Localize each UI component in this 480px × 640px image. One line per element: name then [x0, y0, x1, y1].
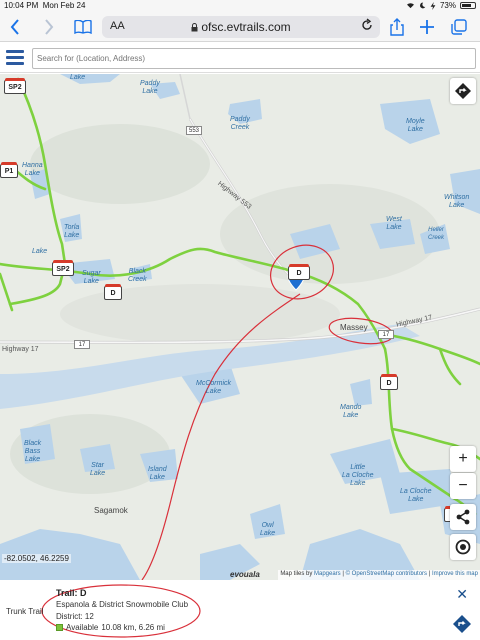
close-icon[interactable]: ✕ — [456, 586, 468, 603]
search-input[interactable] — [32, 48, 476, 69]
trail-type-label: Trunk Trail — [6, 607, 44, 616]
west-lake-label: West Lake — [386, 216, 402, 231]
trail-length: 10.08 km, 6.26 mi — [101, 623, 165, 632]
improve-map-link[interactable]: Improve this map — [432, 571, 478, 577]
status-bar: 10:04 PM Mon Feb 24 73% — [0, 0, 480, 12]
osm-link[interactable]: © OpenStreetMap contributors — [346, 571, 427, 577]
trail-shield[interactable]: D — [104, 284, 122, 300]
locate-me-icon[interactable] — [450, 534, 476, 560]
black-creek-label: Black Creek — [128, 268, 147, 283]
reload-icon[interactable] — [360, 18, 374, 35]
back-icon[interactable] — [4, 16, 26, 38]
status-text: Available — [66, 623, 99, 632]
battery-percent: 73% — [439, 1, 456, 10]
share-map-icon[interactable] — [450, 504, 476, 530]
highway-shield: 17 — [74, 340, 90, 349]
browser-toolbar: AA ofsc.evtrails.com — [0, 12, 480, 42]
sagamok-label: Sagamok — [94, 506, 128, 515]
forward-icon[interactable] — [38, 16, 60, 38]
menu-icon[interactable] — [4, 47, 26, 69]
lake-label-mid: Lake — [32, 248, 48, 255]
url-text: ofsc.evtrails.com — [201, 20, 291, 34]
map-base — [0, 74, 480, 580]
black-bass-lake-label: Black Bass Lake — [24, 440, 42, 463]
trail-shield[interactable]: P1 — [0, 162, 18, 178]
coordinates-readout: -82.0502, 46.2259 — [2, 554, 71, 563]
moon-icon — [420, 2, 426, 9]
heller-creek-label: Heller Creek — [428, 227, 445, 241]
app-header — [0, 43, 480, 73]
address-bar[interactable]: AA ofsc.evtrails.com — [102, 16, 380, 38]
highway-shield: 553 — [186, 126, 202, 135]
trail-info-panel: Trunk Trail Trail: D Espanola & District… — [0, 580, 480, 640]
trail-shield[interactable]: SP2 — [4, 78, 26, 94]
status-swatch — [56, 624, 63, 631]
zoom-out-button[interactable]: − — [450, 473, 476, 499]
charging-icon — [430, 1, 436, 10]
status-indicators: 73% — [406, 1, 476, 10]
torla-lake-label: Torla Lake — [64, 224, 80, 239]
zoom-in-button[interactable]: + — [450, 446, 476, 472]
lake-label-top-left: Lake — [70, 74, 86, 81]
tabs-icon[interactable] — [448, 16, 470, 38]
hanna-lake-label: Hanna Lake — [22, 162, 43, 177]
whitson-lake-label: Whitson Lake — [444, 194, 470, 209]
location-marker-icon[interactable] — [288, 269, 304, 291]
mando-lake-label: Mando Lake — [340, 404, 362, 419]
new-tab-icon[interactable] — [416, 16, 438, 38]
star-lake-label: Star Lake — [90, 462, 106, 477]
moyle-lake-label: Moyle Lake — [406, 118, 425, 133]
status-time: 10:04 PM Mon Feb 24 — [4, 1, 86, 10]
paddy-lake-label: Paddy Lake — [140, 80, 160, 95]
paddy-creek-label: Paddy Creek — [230, 116, 250, 131]
battery-fill — [462, 4, 471, 7]
wifi-icon — [406, 3, 414, 9]
owl-lake-label: Owl Lake — [260, 522, 276, 537]
massey-label: Massey — [340, 323, 368, 332]
highway-shield: 17 — [378, 330, 394, 339]
map-view[interactable]: Lake Paddy Lake Paddy Creek Moyle Lake H… — [0, 74, 480, 580]
sugar-lake-label: Sugar Lake — [82, 270, 101, 285]
battery-icon — [460, 2, 476, 9]
trail-club: Espanola & District Snowmobile Club — [56, 600, 189, 609]
trail-status: Available 10.08 km, 6.26 mi — [56, 623, 165, 632]
little-la-cloche-lake-label: Little La Cloche Lake — [342, 464, 374, 487]
map-attribution: Map tiles by Mapgears | © OpenStreetMap … — [278, 570, 480, 580]
evouala-logo: evouala — [230, 570, 260, 579]
directions-icon[interactable] — [450, 78, 476, 104]
navigate-icon[interactable] — [452, 614, 472, 634]
trail-shield[interactable]: SP2 — [52, 260, 74, 276]
trail-title: Trail: D — [56, 588, 87, 598]
mccormick-lake-label: McCormick Lake — [196, 380, 231, 395]
la-cloche-lake-label: La Cloche Lake — [400, 488, 432, 503]
bookmarks-icon[interactable] — [72, 16, 94, 38]
island-lake-label: Island Lake — [148, 466, 167, 481]
trail-shield[interactable]: D — [380, 374, 398, 390]
share-icon[interactable] — [386, 16, 408, 38]
lock-icon — [191, 23, 198, 32]
mapgears-link[interactable]: Mapgears — [314, 571, 341, 577]
trail-district: District: 12 — [56, 612, 94, 621]
highway-17-west-label: Highway 17 — [2, 346, 39, 353]
